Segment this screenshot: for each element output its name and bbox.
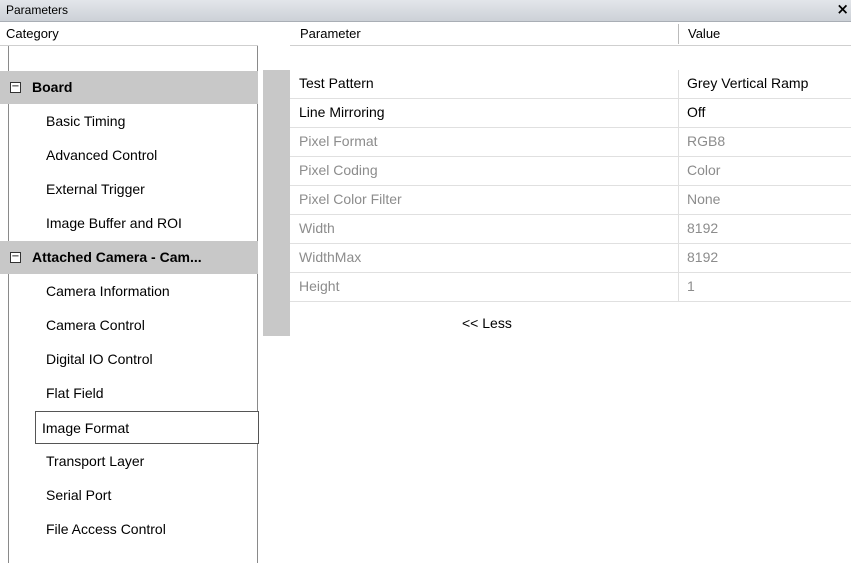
category-label: Transport Layer [46,453,145,469]
header-column-separator[interactable] [678,24,679,44]
parameter-value: None [687,191,721,207]
parameter-row[interactable]: Pixel Color Filter None [290,186,851,215]
category-item[interactable]: Camera Information [10,275,257,308]
category-label: Board [32,79,73,95]
parameter-row[interactable]: Test Pattern Grey Vertical Ramp [290,70,851,99]
column-divider [678,157,679,185]
parameter-value[interactable]: Grey Vertical Ramp [687,75,808,91]
parameter-name: WidthMax [299,249,362,265]
category-label: Image Format [42,420,130,436]
column-divider [678,244,679,272]
parameter-table: Test Pattern Grey Vertical Ramp Line Mirro… [290,70,851,302]
category-label: External Trigger [46,181,145,197]
category-label: Flat Field [46,385,104,401]
parameter-name: Width [299,220,335,236]
category-label: Attached Camera - Cam... [32,249,202,265]
parameter-row[interactable]: Line Mirroring Off [290,99,851,128]
value-header-label[interactable]: Value [688,26,720,41]
column-divider [678,186,679,214]
window-titlebar: Parameters × [0,0,851,22]
window-title: Parameters [6,3,69,17]
category-item[interactable]: Transport Layer [10,445,257,478]
parameter-name: Line Mirroring [299,104,385,120]
category-item[interactable]: Camera Control [10,309,257,342]
parameter-value: 8192 [687,220,719,236]
parameter-header: Parameter Value [290,22,851,46]
category-header: Category [0,22,258,46]
less-link[interactable]: << Less [462,315,512,331]
collapse-icon[interactable]: − [10,252,21,263]
parameter-row[interactable]: Width 8192 [290,215,851,244]
parameter-row[interactable]: Height 1 [290,273,851,302]
parameter-row[interactable]: Pixel Coding Color [290,157,851,186]
category-label: Serial Port [46,487,112,503]
category-item[interactable]: Flat Field [10,377,257,410]
category-label: Digital IO Control [46,351,153,367]
category-item[interactable]: External Trigger [10,173,257,206]
parameter-row[interactable]: WidthMax 8192 [290,244,851,273]
category-item[interactable]: Image Format [35,411,259,444]
parameter-header-label[interactable]: Parameter [300,26,361,41]
column-divider [678,99,679,127]
category-label: Image Buffer and ROI [46,215,182,231]
collapse-icon[interactable]: − [10,82,21,93]
category-item[interactable]: Image Buffer and ROI [10,207,257,240]
parameter-row[interactable]: Pixel Format RGB8 [290,128,851,157]
category-item[interactable]: File Access Control [10,513,257,546]
parameter-value: 1 [687,278,695,294]
category-label: Advanced Control [46,147,158,163]
category-item[interactable]: Advanced Control [10,139,257,172]
close-icon[interactable]: × [836,0,849,18]
column-divider [678,273,679,301]
column-divider [678,128,679,156]
parameter-value: Color [687,162,721,178]
parameter-value: RGB8 [687,133,726,149]
category-item[interactable]: Basic Timing [10,105,257,138]
category-header-label: Category [6,26,59,41]
category-label: Camera Information [46,283,170,299]
parameter-name: Height [299,278,340,294]
parameter-name: Pixel Color Filter [299,191,402,207]
category-group[interactable]: − Board [0,71,258,104]
parameter-row-gutter [263,70,290,336]
parameter-name: Test Pattern [299,75,374,91]
category-item[interactable]: Serial Port [10,479,257,512]
category-label: File Access Control [46,521,166,537]
parameter-value[interactable]: Off [687,104,705,120]
parameter-value: 8192 [687,249,719,265]
column-divider [678,215,679,243]
category-group[interactable]: − Attached Camera - Cam... [0,241,258,274]
category-label: Basic Timing [46,113,126,129]
column-divider [678,70,679,98]
category-item[interactable]: Digital IO Control [10,343,257,376]
parameter-name: Pixel Format [299,133,378,149]
parameter-name: Pixel Coding [299,162,378,178]
category-label: Camera Control [46,317,145,333]
